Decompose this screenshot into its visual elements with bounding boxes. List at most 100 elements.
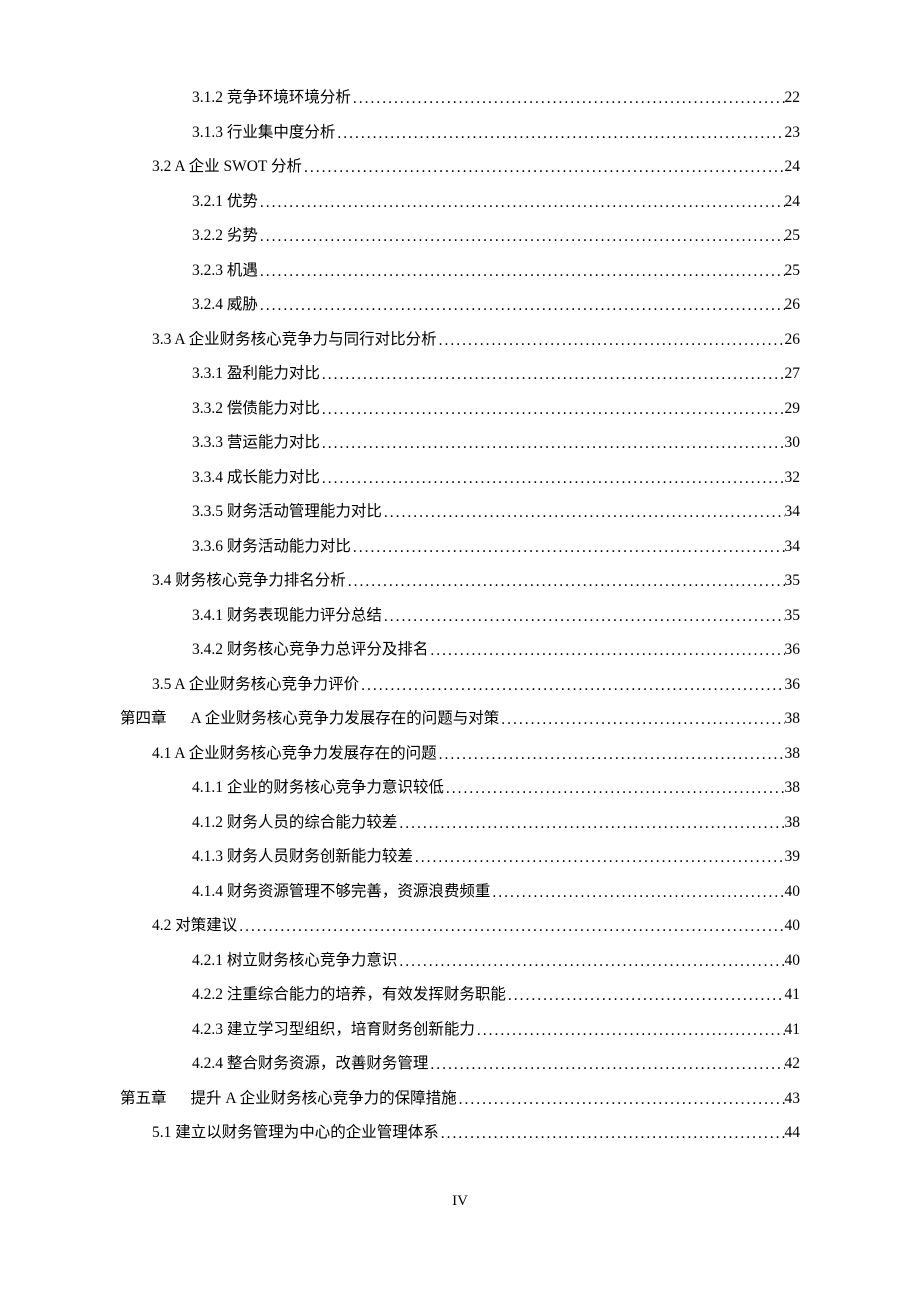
toc-entry: 3.3.2 偿债能力对比 29 [120,401,800,417]
toc-dots [457,1092,785,1108]
toc-entry-page: 29 [785,401,801,417]
toc-entry-label: 3.3.2 偿债能力对比 [192,401,320,417]
toc-dots [437,747,785,763]
toc-entry-page: 43 [785,1091,801,1107]
toc-entry-page: 39 [785,849,801,865]
toc-entry-page: 25 [785,263,801,279]
toc-dots [320,471,785,487]
toc-entry: 3.2 A 企业 SWOT 分析 24 [120,159,800,175]
toc-entry: 3.3.5 财务活动管理能力对比 34 [120,504,800,520]
toc-entry-label: 3.4.2 财务核心竞争力总评分及排名 [192,642,428,658]
toc-dots [346,574,785,590]
toc-dots [359,678,784,694]
toc-entry-page: 32 [785,470,801,486]
toc-dots [320,436,785,452]
toc-dots [258,229,785,245]
toc-entry: 4.1 A 企业财务核心竞争力发展存在的问题 38 [120,746,800,762]
toc-dots [258,298,785,314]
toc-dots [490,885,784,901]
toc-entry: 3.4.2 财务核心竞争力总评分及排名36 [120,642,800,658]
toc-entry: 第四章A 企业财务核心竞争力发展存在的问题与对策 38 [120,711,800,727]
toc-entry-label: 3.2 A 企业 SWOT 分析 [152,159,302,175]
toc-dots [506,988,785,1004]
toc-entry-page: 40 [785,953,801,969]
toc-entry-label: 3.3.6 财务活动能力对比 [192,539,351,555]
toc-entry-page: 40 [785,884,801,900]
page-number: IV [0,1193,920,1210]
toc-dots [499,712,784,728]
toc-dots [258,195,785,211]
toc-dots [437,333,785,349]
toc-entry: 5.1 建立以财务管理为中心的企业管理体系44 [120,1125,800,1141]
toc-entry-label: 3.5 A 企业财务核心竞争力评价 [152,677,359,693]
toc-entry: 4.1.1 企业的财务核心竞争力意识较低38 [120,780,800,796]
table-of-contents: 3.1.2 竞争环境环境分析 22 3.1.3 行业集中度分析 23 3.2 A 企业 … [120,90,800,1141]
toc-entry-page: 38 [785,815,801,831]
toc-dots [335,126,784,142]
toc-entry-page: 41 [785,1022,801,1038]
toc-entry-page: 34 [785,539,801,555]
toc-entry-label: 3.2.1 优势 [192,194,258,210]
toc-dots [382,609,785,625]
toc-entry-label: 4.2 对策建议 [152,918,237,934]
toc-entry: 3.1.2 竞争环境环境分析 22 [120,90,800,106]
toc-dots [320,402,785,418]
toc-entry: 4.2.1 树立财务核心竞争力意识 40 [120,953,800,969]
toc-dots [237,919,784,935]
toc-entry-label: 3.2.2 劣势 [192,228,258,244]
toc-entry: 4.2.4 整合财务资源，改善财务管理42 [120,1056,800,1072]
toc-entry-label: 3.3.3 营运能力对比 [192,435,320,451]
toc-entry-label: 第五章提升 A 企业财务核心竞争力的保障措施 [120,1091,457,1107]
toc-entry-page: 38 [785,711,801,727]
toc-entry-label: 4.1.4 财务资源管理不够完善，资源浪费频重 [192,884,490,900]
toc-entry-page: 44 [785,1125,801,1141]
toc-dots [302,160,785,176]
toc-entry: 3.2.2 劣势 25 [120,228,800,244]
toc-entry-label: 4.1 A 企业财务核心竞争力发展存在的问题 [152,746,437,762]
toc-entry: 3.4 财务核心竞争力排名分析 35 [120,573,800,589]
toc-entry-label: 第四章A 企业财务核心竞争力发展存在的问题与对策 [120,711,499,727]
toc-entry-label: 3.3.5 财务活动管理能力对比 [192,504,382,520]
toc-entry: 3.3.3 营运能力对比30 [120,435,800,451]
toc-entry-label: 4.2.2 注重综合能力的培养，有效发挥财务职能 [192,987,506,1003]
toc-entry-label: 4.2.1 树立财务核心竞争力意识 [192,953,397,969]
toc-entry: 3.1.3 行业集中度分析 23 [120,125,800,141]
toc-entry: 4.2.3 建立学习型组织，培育财务创新能力41 [120,1022,800,1038]
toc-entry: 4.2 对策建议 40 [120,918,800,934]
toc-entry-label: 3.4.1 财务表现能力评分总结 [192,608,382,624]
toc-entry: 3.3.1 盈利能力对比27 [120,366,800,382]
toc-entry-page: 34 [785,504,801,520]
toc-entry-page: 38 [785,746,801,762]
toc-entry-label: 3.2.4 威胁 [192,297,258,313]
toc-entry: 3.2.4 威胁26 [120,297,800,313]
toc-entry-label: 4.1.3 财务人员财务创新能力较差 [192,849,413,865]
toc-entry-page: 40 [785,918,801,934]
toc-entry-label: 4.1.2 财务人员的综合能力较差 [192,815,397,831]
toc-entry: 4.1.2 财务人员的综合能力较差 38 [120,815,800,831]
toc-entry: 3.3 A 企业财务核心竞争力与同行对比分析 26 [120,332,800,348]
toc-entry-page: 24 [785,159,801,175]
toc-entry-label: 3.3.4 成长能力对比 [192,470,320,486]
toc-entry-page: 36 [785,677,801,693]
toc-entry: 4.1.3 财务人员财务创新能力较差 39 [120,849,800,865]
toc-entry-label: 3.3 A 企业财务核心竞争力与同行对比分析 [152,332,437,348]
toc-dots [351,91,785,107]
toc-entry-page: 35 [785,573,801,589]
toc-entry: 3.3.4 成长能力对比 32 [120,470,800,486]
toc-entry: 3.4.1 财务表现能力评分总结35 [120,608,800,624]
toc-entry-label: 3.3.1 盈利能力对比 [192,366,320,382]
toc-entry-page: 26 [785,332,801,348]
toc-entry-label: 3.1.2 竞争环境环境分析 [192,90,351,106]
toc-entry-label: 3.1.3 行业集中度分析 [192,125,335,141]
toc-dots [258,264,785,280]
toc-entry-page: 22 [785,90,801,106]
toc-entry-label: 3.4 财务核心竞争力排名分析 [152,573,346,589]
toc-entry-page: 42 [785,1056,801,1072]
toc-entry-page: 25 [785,228,801,244]
toc-dots [397,954,784,970]
toc-entry: 3.3.6 财务活动能力对比 34 [120,539,800,555]
toc-entry-label: 4.1.1 企业的财务核心竞争力意识较低 [192,780,444,796]
toc-dots [382,505,785,521]
toc-entry-page: 23 [785,125,801,141]
toc-entry-page: 24 [785,194,801,210]
